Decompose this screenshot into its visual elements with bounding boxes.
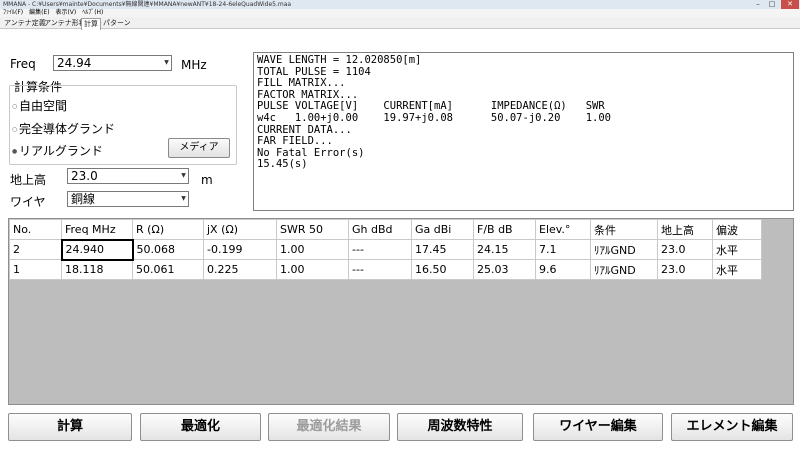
frequency-characteristics-button[interactable]: 周波数特性 (397, 413, 523, 441)
media-button[interactable]: メディア (168, 138, 230, 158)
table-cell[interactable]: 50.068 (132, 239, 204, 260)
column-header[interactable]: R (Ω) (132, 219, 204, 240)
menu-help[interactable]: ﾍﾙﾌﾟ(H) (82, 9, 103, 16)
wire-label: ワイヤ (10, 195, 46, 209)
freq-unit: MHz (181, 58, 207, 72)
tab-calculation[interactable]: 計算 (81, 18, 101, 30)
output-line: WAVE LENGTH = 12.020850[m] (257, 54, 422, 66)
radio-perfect-ground-label: 完全導体グランド (19, 122, 116, 136)
freq-label: Freq (10, 57, 36, 71)
wire-edit-button[interactable]: ワイヤー編集 (533, 413, 663, 441)
calculate-button[interactable]: 計算 (8, 413, 132, 441)
output-line: No Fatal Error(s) (257, 146, 365, 159)
table-cell[interactable]: 17.45 (411, 239, 474, 260)
table-row[interactable]: 2 24.940 50.068 -0.199 1.00 --- 17.45 24… (9, 238, 762, 261)
table-cell[interactable]: 水平 (712, 239, 762, 260)
radio-real-ground[interactable]: ● リアルグランド (12, 142, 103, 159)
table-cell[interactable]: 24.15 (473, 239, 536, 260)
table-cell[interactable]: 7.1 (535, 239, 591, 260)
output-line: CURRENT DATA... (257, 123, 352, 136)
results-table: No. Freq MHz R (Ω) jX (Ω) SWR 50 Gh dBd … (9, 219, 762, 280)
radio-off-icon: ○ (12, 103, 18, 110)
table-cell[interactable]: 23.0 (657, 259, 713, 280)
table-cell[interactable]: 1.00 (276, 259, 349, 280)
freq-value: 24.94 (57, 56, 92, 70)
menu-view[interactable]: 表示(V) (55, 9, 76, 16)
wire-value: 銅線 (71, 192, 96, 206)
table-cell[interactable]: --- (348, 259, 412, 280)
column-header[interactable]: SWR 50 (276, 219, 349, 240)
radio-free-space-label: 自由空間 (19, 99, 68, 113)
column-header[interactable]: Freq MHz (61, 219, 133, 240)
table-cell[interactable]: 23.0 (657, 239, 713, 260)
table-header-row: No. Freq MHz R (Ω) jX (Ω) SWR 50 Gh dBd … (9, 219, 762, 240)
radio-on-icon: ● (12, 148, 18, 155)
height-combo[interactable]: 23.0 ▼ (67, 168, 189, 184)
column-header[interactable]: 偏波 (712, 219, 762, 240)
column-header[interactable]: Elev.° (535, 219, 591, 240)
optimize-button[interactable]: 最適化 (140, 413, 261, 441)
table-cell[interactable]: 9.6 (535, 259, 591, 280)
height-value: 23.0 (71, 169, 98, 183)
table-row[interactable]: 1 18.118 50.061 0.225 1.00 --- 16.50 25.… (9, 259, 762, 280)
table-cell[interactable]: ﾘｱﾙGND (590, 239, 658, 260)
output-line: 15.45(s) (257, 158, 308, 171)
table-cell[interactable]: -0.199 (203, 239, 277, 260)
chevron-down-icon[interactable]: ▼ (179, 169, 188, 183)
tab-pattern[interactable]: パターン (101, 18, 133, 29)
table-cell[interactable]: 0.225 (203, 259, 277, 280)
table-cell[interactable]: 18.118 (61, 259, 133, 280)
tab-bar: アンテナ定義 アンテナ形状 計算 パターン (0, 17, 800, 30)
menu-bar: ﾌｧｲﾙ(F) 編集(E) 表示(V) ﾍﾙﾌﾟ(H) (0, 9, 800, 17)
table-cell[interactable]: 50.061 (132, 259, 204, 280)
table-cell[interactable]: --- (348, 239, 412, 260)
table-cell-selected[interactable]: 24.940 (60, 238, 134, 261)
optimize-result-button[interactable]: 最適化結果 (268, 413, 390, 441)
tab-antenna-definition[interactable]: アンテナ定義 (2, 18, 48, 29)
element-edit-button[interactable]: エレメント編集 (671, 413, 793, 441)
radio-real-ground-label: リアルグランド (19, 144, 103, 158)
column-header[interactable]: 地上高 (657, 219, 713, 240)
radio-perfect-ground[interactable]: ○ 完全導体グランド (12, 120, 115, 137)
table-cell[interactable]: 2 (9, 239, 62, 260)
table-cell[interactable]: 1 (9, 259, 62, 280)
column-header[interactable]: Gh dBd (348, 219, 412, 240)
table-cell[interactable]: 25.03 (473, 259, 536, 280)
table-cell[interactable]: 水平 (712, 259, 762, 280)
column-header[interactable]: jX (Ω) (203, 219, 277, 240)
calculation-output[interactable]: WAVE LENGTH = 12.020850[m] TOTAL PULSE =… (253, 52, 794, 211)
freq-combo[interactable]: 24.94 ▼ (53, 55, 172, 71)
table-cell[interactable]: 16.50 (411, 259, 474, 280)
column-header[interactable]: Ga dBi (411, 219, 474, 240)
radio-free-space[interactable]: ○ 自由空間 (12, 97, 67, 114)
maximize-icon[interactable]: □ (766, 0, 778, 9)
results-grid[interactable]: No. Freq MHz R (Ω) jX (Ω) SWR 50 Gh dBd … (8, 218, 794, 405)
radio-off-icon: ○ (12, 126, 18, 133)
chevron-down-icon[interactable]: ▼ (179, 192, 188, 206)
close-icon[interactable]: ✕ (781, 0, 799, 9)
height-label: 地上高 (10, 173, 47, 187)
column-header[interactable]: No. (9, 219, 62, 240)
chevron-down-icon[interactable]: ▼ (162, 56, 171, 70)
output-line: w4c 1.00+j0.00 19.97+j0.08 50.07-j0.20 1… (257, 111, 612, 124)
menu-edit[interactable]: 編集(E) (29, 9, 49, 16)
column-header[interactable]: F/B dB (473, 219, 536, 240)
menu-file[interactable]: ﾌｧｲﾙ(F) (3, 9, 23, 16)
height-unit: m (201, 173, 213, 187)
table-cell[interactable]: ﾘｱﾙGND (590, 259, 658, 280)
output-line: FAR FIELD... (257, 135, 333, 148)
table-cell[interactable]: 1.00 (276, 239, 349, 260)
wire-combo[interactable]: 銅線 ▼ (67, 191, 189, 207)
window-title: MMANA - C:¥Users¥mainte¥Documents¥無線関連¥M… (0, 0, 800, 9)
minimize-icon[interactable]: – (752, 0, 764, 9)
column-header[interactable]: 条件 (590, 219, 658, 240)
